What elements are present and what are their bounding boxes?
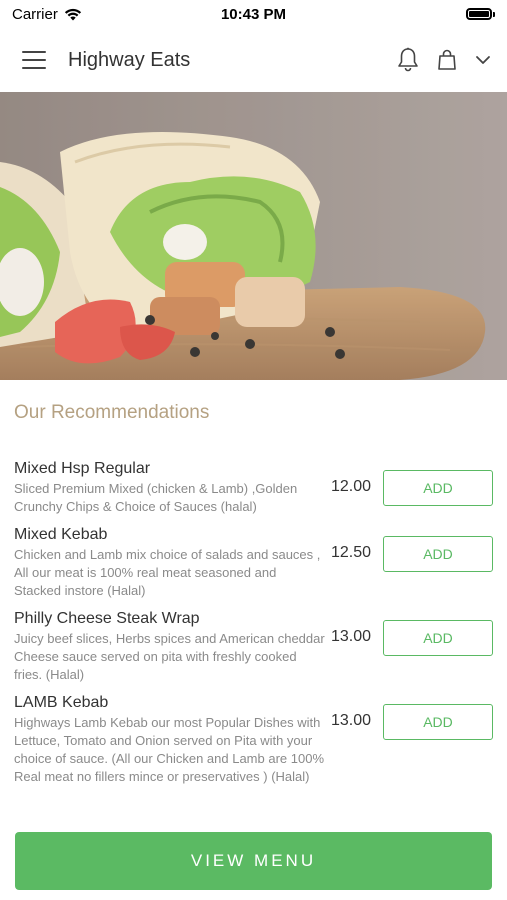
item-price: 13.00 — [331, 712, 372, 729]
item-description: Chicken and Lamb mix choice of salads an… — [14, 547, 321, 598]
item-price: 12.50 — [331, 544, 372, 561]
recommendations-title: Our Recommendations — [14, 402, 210, 423]
hero-food-image — [0, 92, 507, 380]
list-item: Mixed Kebab Chicken and Lamb mix choice … — [0, 526, 507, 600]
chevron-down-icon[interactable] — [475, 55, 491, 65]
header-actions — [397, 47, 491, 73]
status-left: Carrier — [12, 6, 82, 23]
battery-icon — [466, 8, 495, 20]
recommendations-list[interactable]: Mixed Hsp Regular Sliced Premium Mixed (… — [0, 460, 507, 822]
list-item: Mixed Hsp Regular Sliced Premium Mixed (… — [0, 460, 507, 516]
add-button[interactable]: ADD — [383, 704, 493, 740]
app-header: Highway Eats — [0, 28, 507, 92]
item-description: Highways Lamb Kebab our most Popular Dis… — [14, 715, 325, 784]
add-button[interactable]: ADD — [383, 470, 493, 506]
wifi-icon — [64, 8, 81, 20]
status-bar: Carrier 10:43 PM — [0, 0, 507, 28]
add-button[interactable]: ADD — [383, 536, 493, 572]
view-menu-button[interactable]: VIEW MENU — [15, 832, 492, 890]
item-price: 13.00 — [331, 628, 372, 645]
app-title: Highway Eats — [68, 48, 191, 71]
menu-icon[interactable] — [22, 51, 46, 69]
carrier-label: Carrier — [12, 5, 58, 23]
list-item: LAMB Kebab Highways Lamb Kebab our most … — [0, 694, 507, 786]
item-description: Sliced Premium Mixed (chicken & Lamb) ,G… — [14, 481, 298, 514]
list-item: Philly Cheese Steak Wrap Juicy beef slic… — [0, 610, 507, 684]
add-button[interactable]: ADD — [383, 620, 493, 656]
item-description: Juicy beef slices, Herbs spices and Amer… — [14, 631, 325, 682]
shopping-bag-icon[interactable] — [437, 49, 457, 71]
bell-icon[interactable] — [397, 47, 419, 73]
item-price: 12.00 — [331, 478, 372, 495]
